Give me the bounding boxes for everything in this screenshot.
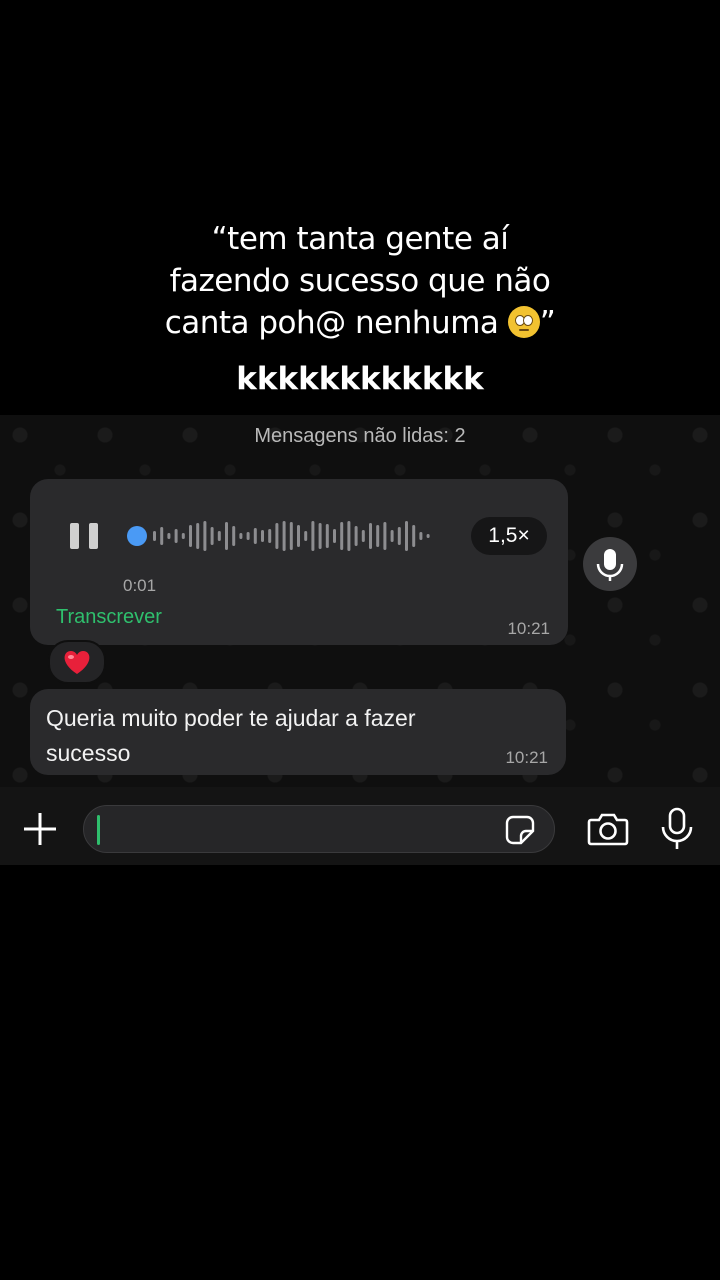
caption-line-1: “tem tanta gente aí bbox=[211, 221, 509, 257]
rolling-eyes-emoji-icon bbox=[507, 306, 540, 338]
waveform-bar bbox=[189, 525, 192, 547]
voice-duration: 0:01 bbox=[123, 576, 157, 595]
waveform-bar bbox=[253, 528, 257, 544]
waveform-bar bbox=[174, 529, 178, 543]
message-input[interactable] bbox=[83, 805, 555, 853]
caption-line-3-text: canta poh@ nenhuma bbox=[164, 305, 499, 341]
voice-message-bubble[interactable]: 1,5× 0:01 Transcrever 10:21 bbox=[30, 479, 568, 645]
playback-speed-button[interactable]: 1,5× bbox=[471, 517, 547, 555]
waveform-bar bbox=[153, 531, 156, 541]
plus-icon[interactable] bbox=[22, 811, 58, 847]
caption-close-quote: ” bbox=[539, 305, 556, 341]
waveform-bar bbox=[239, 533, 243, 539]
waveform-bar bbox=[275, 523, 279, 549]
waveform-bar bbox=[426, 534, 430, 538]
camera-icon[interactable] bbox=[587, 811, 629, 847]
waveform-bar bbox=[412, 525, 416, 547]
video-caption: “tem tanta gente aí fazendo sucesso que … bbox=[0, 218, 720, 400]
caption-line-2: fazendo sucesso que não bbox=[169, 263, 551, 299]
waveform-bar bbox=[304, 531, 308, 541]
waveform-bar bbox=[225, 522, 228, 550]
microphone-icon[interactable] bbox=[660, 807, 694, 851]
pause-icon[interactable] bbox=[70, 523, 98, 549]
sticker-icon[interactable] bbox=[504, 814, 536, 846]
waveform-bar bbox=[167, 533, 171, 539]
message-time: 10:21 bbox=[505, 748, 548, 767]
waveform-bar bbox=[325, 524, 329, 548]
transcribe-link[interactable]: Transcrever bbox=[56, 606, 162, 629]
waveform-bar bbox=[318, 523, 322, 549]
waveform-bar bbox=[232, 526, 236, 546]
voice-note-mic-icon bbox=[583, 537, 637, 591]
waveform-bar bbox=[261, 530, 264, 542]
waveform-bar bbox=[217, 531, 221, 541]
waveform-bar bbox=[268, 529, 272, 543]
waveform-bar bbox=[354, 526, 358, 546]
playback-position-dot bbox=[127, 526, 147, 546]
waveform-bar bbox=[203, 521, 207, 551]
caption-line-3: canta poh@ nenhuma ” bbox=[0, 302, 720, 344]
audio-waveform[interactable] bbox=[126, 515, 471, 557]
waveform-bar bbox=[297, 525, 300, 547]
heart-reaction[interactable] bbox=[48, 640, 106, 684]
waveform-bar bbox=[390, 530, 394, 542]
voice-message-time: 10:21 bbox=[507, 619, 550, 638]
waveform-bar bbox=[361, 530, 365, 542]
unread-messages-divider: Mensagens não lidas: 2 bbox=[254, 425, 466, 447]
waveform-bar bbox=[282, 521, 286, 551]
waveform-bar bbox=[246, 532, 250, 540]
waveform-bar bbox=[419, 532, 423, 540]
waveform-bar bbox=[181, 533, 185, 539]
waveform-bar bbox=[340, 522, 344, 550]
waveform-bar bbox=[376, 525, 380, 547]
waveform-bar bbox=[405, 521, 408, 551]
waveform-bar bbox=[397, 527, 401, 545]
text-message-bubble[interactable]: Queria muito poder te ajudar a fazer suc… bbox=[30, 689, 566, 775]
waveform-bar bbox=[333, 529, 336, 543]
message-input-bar bbox=[0, 787, 720, 865]
heart-icon bbox=[64, 651, 90, 674]
waveform-bar bbox=[369, 523, 372, 549]
waveform-bar bbox=[196, 523, 200, 549]
waveform-bar bbox=[311, 521, 315, 551]
waveform-bar bbox=[383, 522, 387, 550]
waveform-bar bbox=[289, 522, 293, 550]
message-text: Queria muito poder te ajudar a fazer suc… bbox=[46, 705, 416, 766]
caption-laugh: kkkkkkkkkkkk bbox=[236, 361, 484, 397]
text-cursor bbox=[97, 815, 100, 845]
waveform-bar bbox=[347, 521, 351, 551]
waveform-bar bbox=[210, 527, 214, 545]
chat-area[interactable]: Mensagens não lidas: 2 1,5× 0:01 Transcr… bbox=[0, 415, 720, 787]
waveform-bar bbox=[160, 527, 164, 545]
